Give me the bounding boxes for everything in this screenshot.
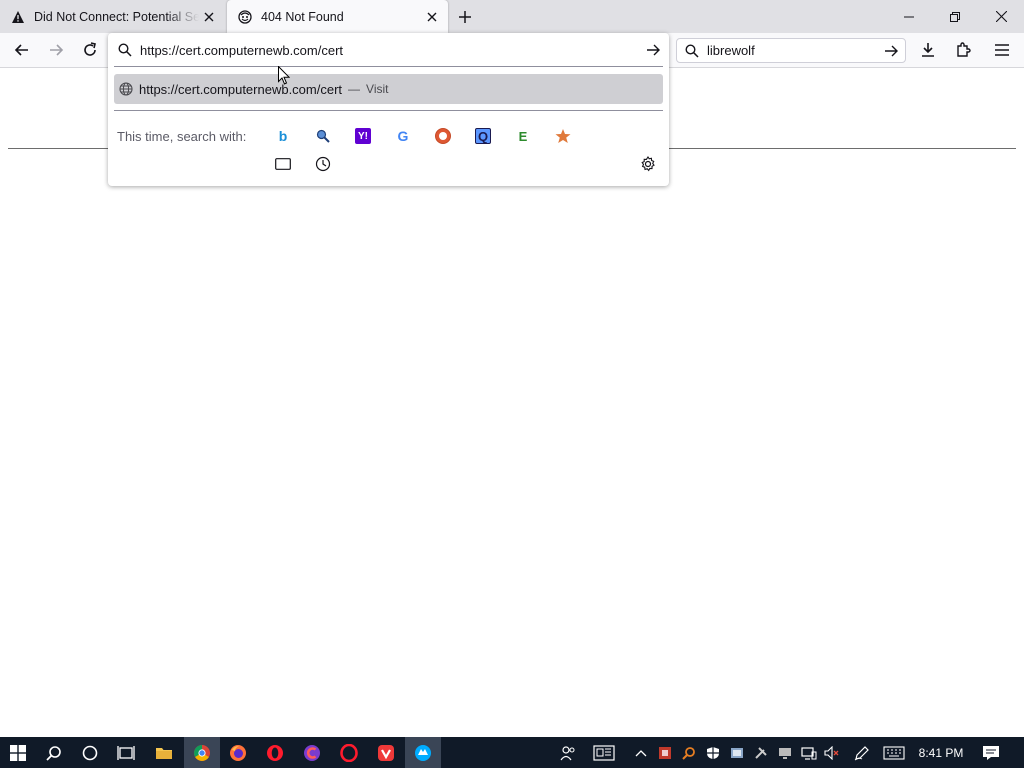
tab-favicon-icon xyxy=(237,9,253,25)
gear-icon[interactable] xyxy=(640,156,656,172)
plus-icon xyxy=(459,11,471,23)
suggestion-url: https://cert.computernewb.com/cert xyxy=(139,81,343,97)
windows-logo-icon xyxy=(10,744,26,761)
tabs-icon[interactable] xyxy=(275,156,291,172)
tray-app-icon[interactable] xyxy=(728,737,746,768)
firefox-icon[interactable] xyxy=(220,737,256,768)
puzzle-icon xyxy=(957,42,971,57)
mouse-cursor-icon xyxy=(278,65,291,88)
opera-gx-icon[interactable] xyxy=(257,737,293,768)
downloads-button[interactable] xyxy=(915,38,941,62)
chrome-icon[interactable] xyxy=(184,737,220,768)
notifications-icon[interactable] xyxy=(978,737,1004,768)
librewolf-icon[interactable] xyxy=(405,737,441,768)
divider xyxy=(114,66,663,67)
url-input-value: https://cert.computernewb.com/cert xyxy=(140,42,344,58)
search-bar-value: librewolf xyxy=(707,43,755,58)
back-button[interactable] xyxy=(9,38,35,62)
task-view-icon[interactable] xyxy=(108,737,144,768)
star-icon[interactable] xyxy=(555,128,571,144)
tray-search-icon[interactable] xyxy=(680,737,698,768)
duckduckgo-icon[interactable] xyxy=(435,128,451,144)
bing-icon[interactable]: b xyxy=(275,128,291,144)
url-input[interactable]: https://cert.computernewb.com/cert xyxy=(108,36,669,64)
tray-display-icon[interactable] xyxy=(776,737,794,768)
search-bar[interactable]: librewolf xyxy=(676,38,906,63)
minimize-button[interactable] xyxy=(886,0,932,33)
menu-button[interactable] xyxy=(989,38,1015,62)
reload-icon xyxy=(84,42,96,56)
warning-icon xyxy=(10,9,26,25)
magnifier-engine-icon[interactable] xyxy=(315,128,331,144)
hamburger-icon xyxy=(995,44,1009,56)
suggestion-separator: — xyxy=(348,82,361,96)
tab-404-not-found[interactable]: 404 Not Found xyxy=(227,0,448,33)
suggestion-row[interactable]: https://cert.computernewb.com/cert — Vis… xyxy=(114,74,663,104)
opera-icon[interactable] xyxy=(331,737,367,768)
tab-did-not-connect[interactable]: Did Not Connect: Potential Security Issu… xyxy=(0,0,225,33)
volume-muted-icon[interactable] xyxy=(823,737,841,768)
tray-app-red-icon[interactable] xyxy=(656,737,674,768)
vivaldi-icon[interactable] xyxy=(368,737,404,768)
tray-tools-icon[interactable] xyxy=(752,737,770,768)
taskbar-search-icon[interactable] xyxy=(36,737,72,768)
new-tab-button[interactable] xyxy=(454,6,476,28)
qwant-icon[interactable]: Q xyxy=(475,128,491,144)
search-icon xyxy=(685,43,699,58)
chevron-up-icon[interactable] xyxy=(632,737,650,768)
tab-title: Did Not Connect: Potential Security Issu… xyxy=(34,9,199,24)
windows-taskbar xyxy=(0,737,1024,768)
cent-browser-icon[interactable] xyxy=(294,737,330,768)
forward-button[interactable] xyxy=(43,38,69,62)
start-button[interactable] xyxy=(0,737,36,768)
news-icon[interactable] xyxy=(591,737,617,768)
url-bar-popup: https://cert.computernewb.com/cert https… xyxy=(108,33,669,186)
taskbar-clock[interactable]: 8:41 PM xyxy=(912,737,970,768)
globe-icon xyxy=(119,82,133,96)
people-icon[interactable] xyxy=(556,737,580,768)
back-arrow-icon xyxy=(14,44,28,56)
restore-button[interactable] xyxy=(932,0,978,33)
file-explorer-icon[interactable] xyxy=(146,737,182,768)
network-icon[interactable] xyxy=(800,737,818,768)
go-arrow-icon[interactable] xyxy=(646,43,661,57)
ecosia-icon[interactable]: E xyxy=(515,128,531,144)
close-tab-icon[interactable] xyxy=(422,7,442,27)
google-icon[interactable]: G xyxy=(395,128,411,144)
download-icon xyxy=(922,43,934,57)
yahoo-icon[interactable]: Y! xyxy=(355,128,371,144)
close-window-button[interactable] xyxy=(978,0,1024,33)
go-arrow-icon[interactable] xyxy=(884,44,899,58)
extensions-button[interactable] xyxy=(950,38,976,62)
cortana-icon[interactable] xyxy=(72,737,108,768)
pen-workspace-icon[interactable] xyxy=(851,737,873,768)
tab-title: 404 Not Found xyxy=(261,9,344,24)
reload-button[interactable] xyxy=(77,38,103,62)
history-icon[interactable] xyxy=(315,156,331,172)
restore-icon xyxy=(950,11,960,22)
search-icon xyxy=(118,43,132,57)
tab-strip: Did Not Connect: Potential Security Issu… xyxy=(0,0,1024,33)
divider xyxy=(114,110,663,111)
defender-shield-icon[interactable] xyxy=(704,737,722,768)
suggestion-action: Visit xyxy=(366,82,389,96)
forward-arrow-icon xyxy=(50,44,64,56)
search-with-label: This time, search with: xyxy=(117,129,247,144)
minimize-icon xyxy=(904,16,914,17)
keyboard-icon[interactable] xyxy=(880,737,908,768)
close-icon xyxy=(995,11,1007,22)
close-tab-icon[interactable] xyxy=(199,7,219,27)
